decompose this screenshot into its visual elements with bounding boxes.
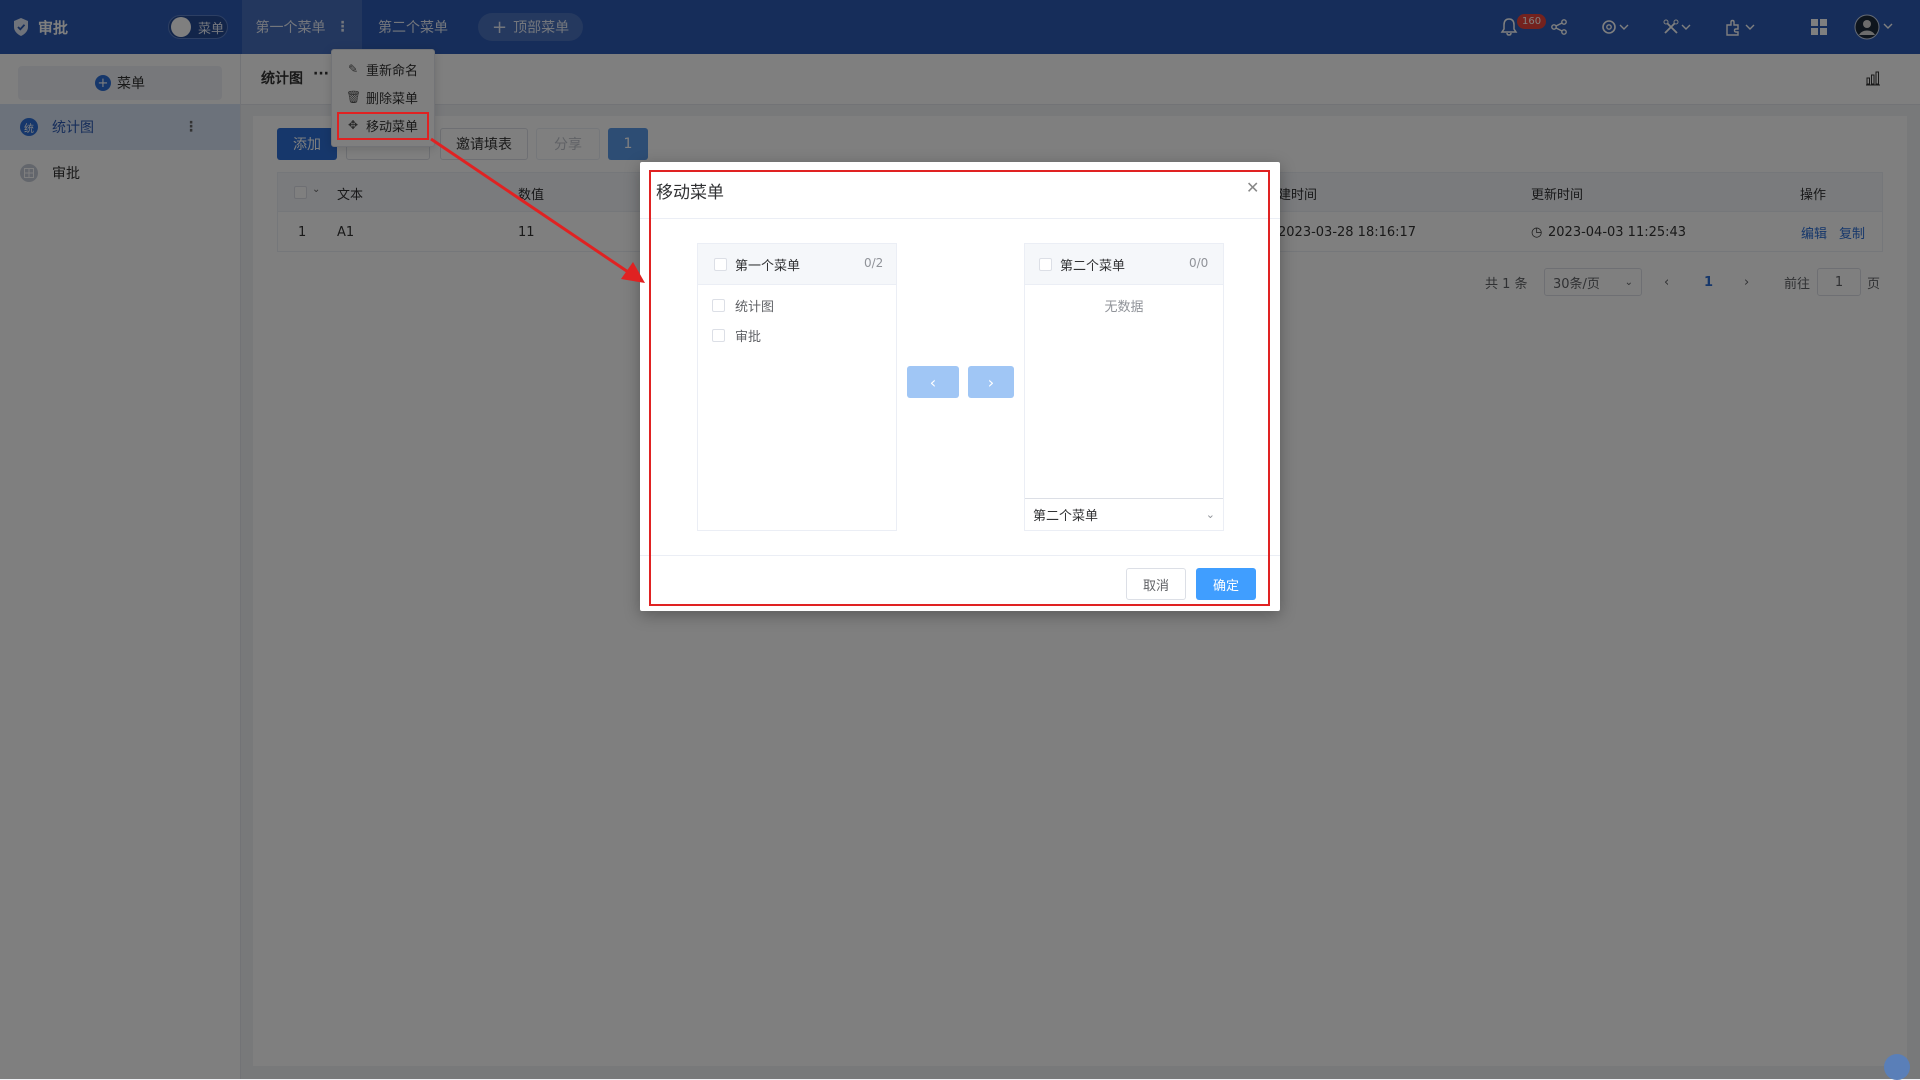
red-arrow [430,137,645,283]
